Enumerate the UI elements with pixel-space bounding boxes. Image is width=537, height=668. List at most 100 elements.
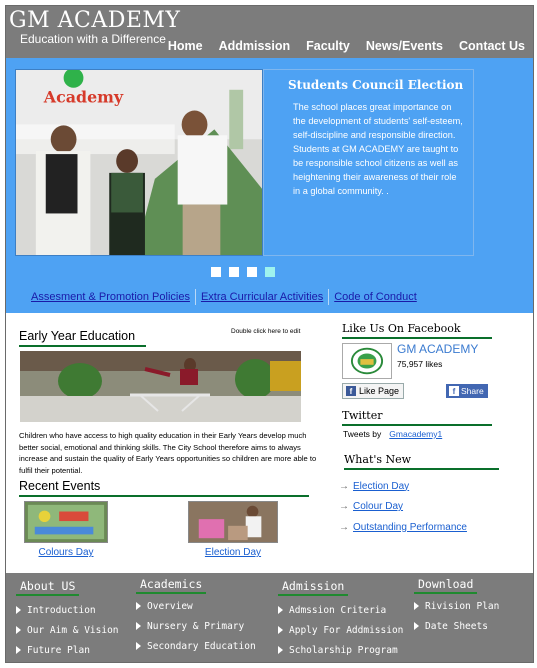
site-footer: About US Introduction Our Aim & Vision F… (6, 573, 533, 662)
triangle-right-icon (278, 646, 283, 654)
facebook-icon: f (449, 386, 459, 396)
footer-heading-admission: Admission (278, 573, 349, 596)
facebook-like-button[interactable]: f Like Page (342, 383, 404, 399)
hero-title: Students Council Election (288, 78, 464, 92)
triangle-right-icon (278, 606, 283, 614)
footer-link-label: Overview (147, 600, 193, 612)
triangle-right-icon (136, 602, 141, 610)
quick-links: Assesment & Promotion Policies Extra Cur… (31, 289, 417, 305)
like-button-label: Like Page (359, 386, 400, 396)
hero-description: The school places great importance on th… (293, 102, 463, 196)
hero-caption-panel: Students Council Election The school pla… (263, 69, 474, 256)
footer-link-label: Date Sheets (425, 620, 488, 632)
triangle-right-icon (16, 626, 21, 634)
footer-link-revision-plan[interactable]: Rivision Plan (414, 596, 499, 616)
event-link-colours-day[interactable]: Colours Day (24, 547, 108, 558)
footer-link-label: Apply For Addmission (289, 624, 404, 636)
event-thumbnail[interactable] (188, 501, 278, 543)
triangle-right-icon (414, 622, 419, 630)
triangle-right-icon (278, 626, 283, 634)
slider-dot-2[interactable] (229, 267, 239, 277)
nav-faculty[interactable]: Faculty (306, 39, 350, 53)
twitter-handle-link[interactable]: Gmacademy1 (389, 429, 442, 439)
footer-column-about: About US Introduction Our Aim & Vision F… (16, 573, 119, 660)
event-link-election-day[interactable]: Election Day (188, 547, 278, 558)
nav-admission[interactable]: Addmission (219, 39, 291, 53)
brand-tagline: Education with a Difference (20, 32, 166, 46)
triangle-right-icon (16, 646, 21, 654)
whats-new-heading: What's New (344, 453, 499, 470)
footer-link-label: Rivision Plan (425, 600, 500, 612)
site-header: GM ACADEMY Education with a Difference H… (6, 6, 533, 58)
whats-new-link-outstanding-performance[interactable]: Outstanding Performance (353, 522, 467, 533)
footer-link-label: Future Plan (27, 644, 90, 656)
whats-new-list: → Election Day → Colour Day → Outstanding P… (339, 476, 467, 538)
footer-link-aim-vision[interactable]: Our Aim & Vision (16, 620, 119, 640)
edit-note: Double click here to edit (231, 328, 301, 335)
footer-column-download: Download Rivision Plan Date Sheets (414, 573, 499, 636)
arrow-right-icon: → (339, 521, 349, 533)
link-extra-curricular[interactable]: Extra Curricular Activities (201, 291, 323, 303)
banner-text: Academy (43, 88, 124, 107)
whats-new-link-colour-day[interactable]: Colour Day (353, 501, 403, 512)
early-year-photo (20, 351, 301, 422)
footer-link-scholarship[interactable]: Scholarship Program (278, 640, 403, 660)
footer-link-apply-admission[interactable]: Apply For Addmission (278, 620, 403, 640)
slider-dot-1[interactable] (211, 267, 221, 277)
separator (194, 289, 196, 305)
footer-link-future-plan[interactable]: Future Plan (16, 640, 119, 660)
share-button-label: Share (461, 386, 484, 396)
footer-heading-download: Download (414, 573, 478, 594)
whats-new-link-election-day[interactable]: Election Day (353, 481, 409, 492)
arrow-right-icon: → (339, 480, 349, 492)
nav-contact-us[interactable]: Contact Us (459, 39, 525, 53)
twitter-widget: Tweets by Gmacademy1 (343, 429, 442, 439)
footer-link-introduction[interactable]: Introduction (16, 600, 119, 620)
footer-link-date-sheets[interactable]: Date Sheets (414, 616, 499, 636)
link-code-of-conduct[interactable]: Code of Conduct (334, 291, 417, 303)
hero-slider: Academy Students Council Election The sc… (6, 58, 533, 313)
footer-link-label: Our Aim & Vision (27, 624, 119, 636)
triangle-right-icon (136, 622, 141, 630)
recent-events-heading: Recent Events (19, 479, 309, 497)
event-card-election-day: Election Day (188, 501, 278, 558)
triangle-right-icon (136, 642, 141, 650)
list-item: → Colour Day (339, 497, 467, 518)
footer-link-label: Secondary Education (147, 640, 256, 652)
main-nav: Home Addmission Faculty News/Events Cont… (168, 39, 525, 53)
slider-dots (211, 267, 275, 277)
brand-name[interactable]: GM ACADEMY (9, 8, 180, 33)
separator (328, 289, 330, 305)
footer-link-label: Nursery & Primary (147, 620, 245, 632)
event-thumbnail[interactable] (24, 501, 108, 543)
slider-dot-3[interactable] (247, 267, 257, 277)
tweets-by-label: Tweets by (343, 429, 382, 439)
triangle-right-icon (16, 606, 21, 614)
twitter-heading: Twitter (342, 409, 492, 426)
footer-link-overview[interactable]: Overview (136, 596, 256, 616)
footer-link-label: Scholarship Program (289, 644, 398, 656)
hero-photo: Academy (15, 69, 263, 256)
facebook-page-name[interactable]: GM ACADEMY (397, 342, 478, 356)
footer-link-secondary-education[interactable]: Secondary Education (136, 636, 256, 656)
nav-home[interactable]: Home (168, 39, 203, 53)
page: GM ACADEMY Education with a Difference H… (5, 5, 534, 663)
early-year-heading: Early Year Education (19, 329, 146, 347)
triangle-right-icon (414, 602, 419, 610)
early-year-text: Children who have access to high quality… (19, 431, 317, 475)
arrow-right-icon: → (339, 501, 349, 513)
footer-column-admission: Admission Admssion Criteria Apply For Ad… (278, 573, 403, 660)
footer-link-nursery-primary[interactable]: Nursery & Primary (136, 616, 256, 636)
list-item: → Outstanding Performance (339, 517, 467, 538)
link-assessment-policies[interactable]: Assesment & Promotion Policies (31, 291, 190, 303)
slider-dot-4[interactable] (265, 267, 275, 277)
footer-link-admission-criteria[interactable]: Admssion Criteria (278, 600, 403, 620)
facebook-icon: f (346, 386, 356, 396)
nav-news-events[interactable]: News/Events (366, 39, 443, 53)
footer-link-label: Introduction (27, 604, 96, 616)
footer-heading-about: About US (16, 573, 80, 596)
footer-heading-academics: Academics (136, 573, 207, 594)
list-item: → Election Day (339, 476, 467, 497)
academy-logo[interactable] (342, 343, 392, 379)
facebook-share-button[interactable]: f Share (446, 384, 488, 398)
